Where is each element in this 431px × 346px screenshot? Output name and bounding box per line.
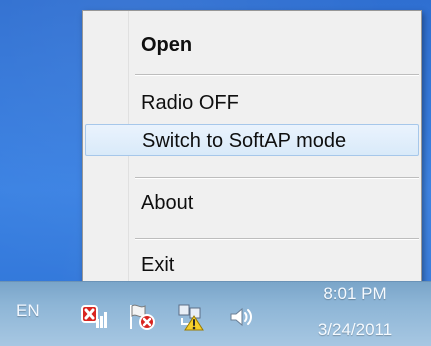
wifi-error-icon[interactable] — [80, 302, 107, 328]
tray-context-menu: Open Radio OFF Switch to SoftAP mode Abo… — [82, 10, 422, 290]
clock-date: 3/24/2011 — [317, 320, 393, 339]
clock-time: 8:01 PM — [323, 284, 387, 303]
volume-icon[interactable] — [226, 302, 252, 328]
network-warning-icon[interactable] — [176, 302, 204, 331]
language-indicator[interactable]: EN — [16, 301, 40, 321]
menu-separator — [135, 74, 419, 76]
taskbar: EN 8:01 PM 3/24/2011 — [0, 281, 431, 346]
menu-item-open[interactable]: Open — [85, 29, 419, 61]
menu-separator — [135, 177, 419, 179]
menu-separator — [135, 238, 419, 240]
menu-item-about[interactable]: About — [85, 187, 419, 219]
flag-error-icon[interactable] — [126, 302, 155, 330]
menu-item-exit[interactable]: Exit — [85, 249, 419, 281]
menu-item-radio-off[interactable]: Radio OFF — [85, 87, 419, 119]
menu-item-switch-softap[interactable]: Switch to SoftAP mode — [85, 124, 419, 156]
system-clock[interactable]: 8:01 PM 3/24/2011 — [295, 284, 415, 340]
